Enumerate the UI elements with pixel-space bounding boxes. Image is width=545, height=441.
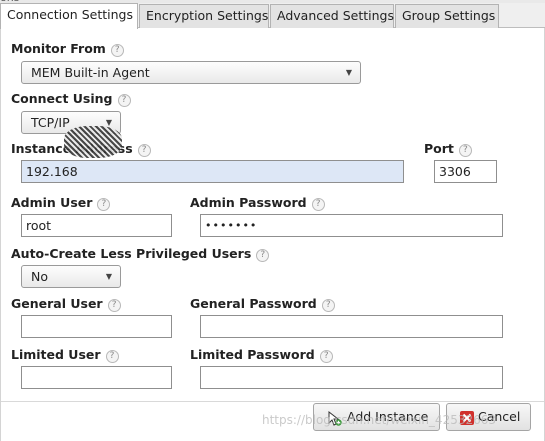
- tab-advanced-settings[interactable]: Advanced Settings: [270, 4, 394, 28]
- general-password-input[interactable]: [200, 315, 503, 338]
- tab-connection-settings[interactable]: Connection Settings: [0, 3, 138, 29]
- general-user-label: General User?: [11, 296, 121, 312]
- limited-user-label: Limited User?: [11, 347, 119, 363]
- instance-address-input[interactable]: 192.168: [21, 160, 404, 183]
- help-icon[interactable]: ?: [110, 44, 124, 57]
- general-user-input[interactable]: [21, 315, 172, 338]
- auto-create-select[interactable]: No ▼: [21, 265, 121, 288]
- limited-password-label: Limited Password?: [190, 347, 333, 363]
- help-icon[interactable]: ?: [105, 350, 119, 363]
- mouse-cursor-artifact: [64, 126, 122, 158]
- admin-user-input[interactable]: root: [21, 214, 172, 237]
- port-label: Port?: [424, 141, 472, 157]
- help-icon[interactable]: ?: [97, 198, 111, 211]
- help-icon[interactable]: ?: [458, 144, 472, 157]
- tab-encryption-settings[interactable]: Encryption Settings: [139, 4, 269, 28]
- monitor-from-label: Monitor From?: [11, 41, 124, 57]
- chevron-down-icon: ▼: [105, 272, 112, 281]
- help-icon[interactable]: ?: [321, 299, 335, 312]
- chevron-down-icon: ▼: [345, 68, 352, 77]
- connect-using-value: TCP/IP: [31, 115, 70, 130]
- tab-group-settings[interactable]: Group Settings: [395, 4, 499, 28]
- help-icon[interactable]: ?: [319, 350, 333, 363]
- auto-create-label: Auto-Create Less Privileged Users?: [11, 246, 270, 262]
- help-icon[interactable]: ?: [311, 198, 325, 211]
- settings-tabbar: Connection Settings Encryption Settings …: [0, 3, 545, 29]
- help-icon[interactable]: ?: [117, 94, 131, 107]
- admin-password-input[interactable]: •••••••: [200, 214, 503, 237]
- monitor-from-select[interactable]: MEM Built-in Agent ▼: [21, 61, 361, 84]
- footer-divider: [1, 401, 544, 402]
- admin-user-label: Admin User?: [11, 195, 111, 211]
- general-password-label: General Password?: [190, 296, 335, 312]
- help-icon[interactable]: ?: [107, 299, 121, 312]
- help-icon[interactable]: ?: [137, 144, 151, 157]
- connect-using-label: Connect Using?: [11, 91, 131, 107]
- auto-create-value: No: [31, 269, 48, 284]
- limited-user-input[interactable]: [21, 366, 172, 389]
- limited-password-input[interactable]: [200, 366, 503, 389]
- watermark-text: https://blog.csdn.net/weixin_42532663: [262, 413, 497, 427]
- monitor-from-value: MEM Built-in Agent: [31, 65, 150, 80]
- admin-password-label: Admin Password?: [190, 195, 325, 211]
- help-icon[interactable]: ?: [256, 249, 270, 262]
- port-input[interactable]: 3306: [434, 160, 497, 183]
